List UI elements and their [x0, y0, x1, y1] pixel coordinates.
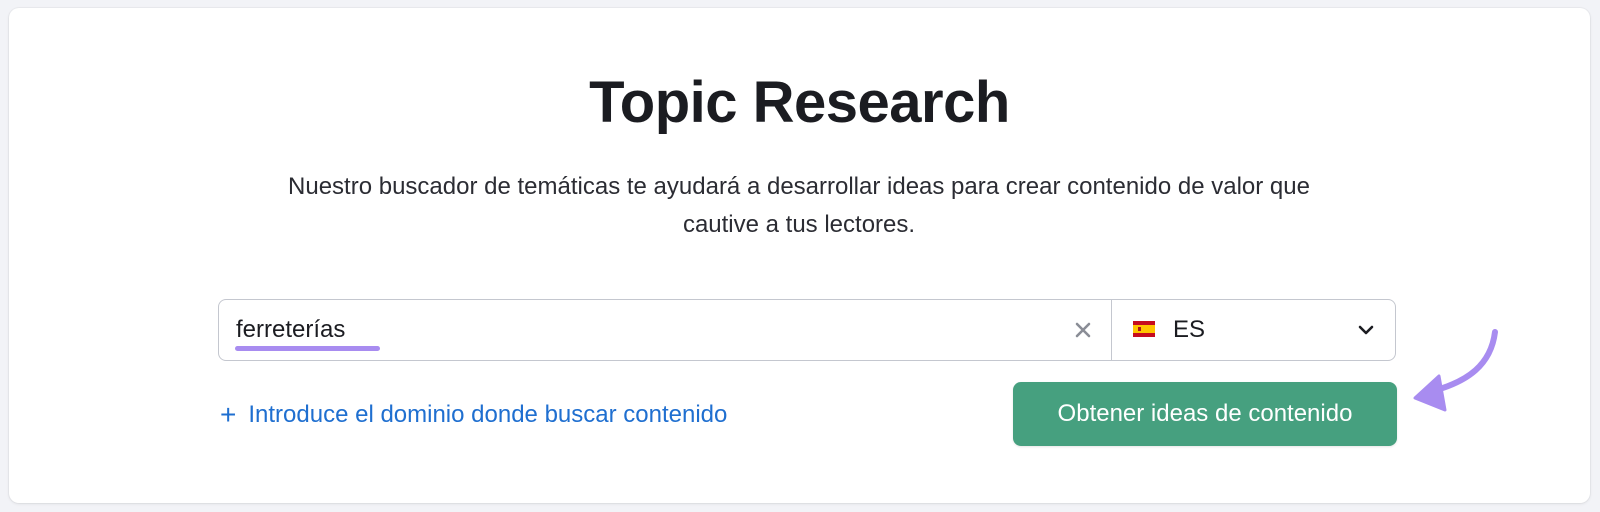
plus-icon: + — [220, 399, 237, 430]
get-content-ideas-button[interactable]: Obtener ideas de contenido — [1013, 382, 1397, 446]
database-select[interactable]: ES — [1112, 300, 1395, 360]
topic-research-card: Topic Research Nuestro buscador de temát… — [9, 8, 1590, 503]
annotation-underline — [235, 346, 380, 351]
chevron-down-icon — [1355, 319, 1377, 341]
arrow-annotation-icon — [1413, 329, 1498, 412]
search-box — [219, 300, 1112, 360]
database-value: ES — [1173, 316, 1206, 343]
close-icon[interactable] — [1069, 316, 1097, 344]
add-domain-label: Introduce el dominio donde buscar conten… — [248, 401, 728, 428]
search-group: ES — [218, 299, 1396, 361]
spain-flag-icon — [1133, 321, 1155, 337]
page-description: Nuestro buscador de temáticas te ayudará… — [288, 173, 1310, 238]
page-title: Topic Research — [589, 70, 1010, 135]
add-domain-link[interactable]: + Introduce el dominio donde buscar cont… — [220, 400, 727, 430]
